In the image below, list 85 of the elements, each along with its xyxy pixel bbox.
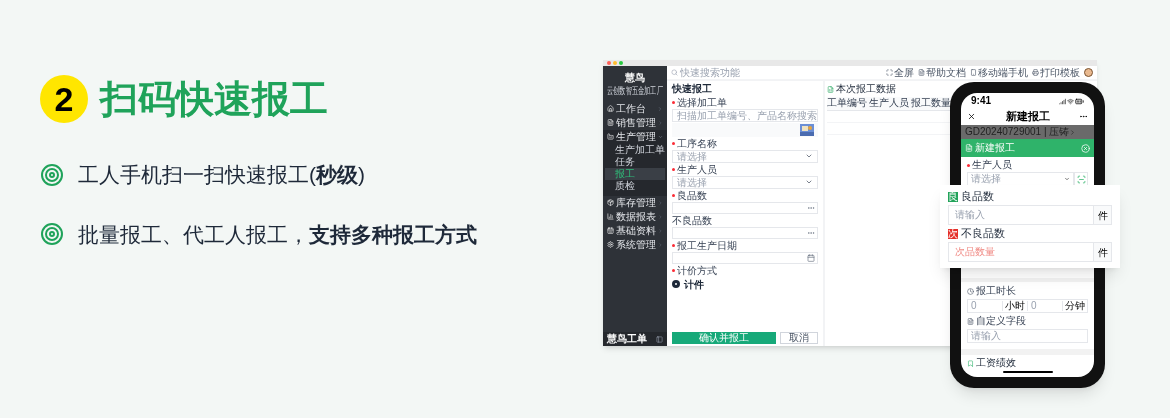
bullet-text: 工人手机扫一扫快速报工(秒级) xyxy=(78,162,365,188)
field-badge: 良 xyxy=(948,191,958,202)
nav-icon xyxy=(607,213,614,220)
nav-subitem[interactable]: 生产加工单 xyxy=(605,143,665,156)
order-text: GD20240729001 | 压铸 xyxy=(965,127,1070,137)
caret-icon xyxy=(805,178,813,186)
nav-icon xyxy=(607,199,614,206)
column-header: 生产人员 xyxy=(869,97,910,110)
hero-title: 扫码快速报工 xyxy=(100,80,328,118)
column-header: 工单编号 xyxy=(827,97,868,110)
avatar[interactable] xyxy=(1084,68,1093,77)
scan-button[interactable] xyxy=(1074,172,1088,186)
column-header: 报工数量 xyxy=(911,97,952,110)
phone-title: 新建报工 xyxy=(1005,110,1050,122)
nav-subitem[interactable]: 任务 xyxy=(605,155,665,168)
nav-item[interactable]: 工作台 xyxy=(603,101,667,116)
caret-icon xyxy=(1064,176,1070,182)
nav-item[interactable]: 销售管理 xyxy=(603,115,667,130)
target-icon xyxy=(40,162,64,187)
step-badge: 2 xyxy=(40,75,88,123)
search-icon xyxy=(671,69,678,76)
calendar-icon xyxy=(807,253,815,262)
wifi-icon xyxy=(1067,97,1074,105)
field-label: 计价方式 xyxy=(677,265,717,276)
nav-item[interactable]: 基础资料 xyxy=(603,223,667,238)
status-time: 9:41 xyxy=(971,96,991,106)
toolbar-button[interactable]: 帮助文档 xyxy=(918,67,966,78)
toolbar-button[interactable]: 全屏 xyxy=(886,67,914,78)
signal-icon xyxy=(1059,97,1066,105)
brand-name: 慧鸟 xyxy=(625,71,645,85)
chevron-icon xyxy=(1069,128,1077,136)
collapse-icon[interactable] xyxy=(656,335,663,343)
form-icon xyxy=(965,144,973,152)
nav-icon xyxy=(607,105,614,112)
nav-item[interactable]: 库存管理 xyxy=(603,195,667,210)
nav-icon xyxy=(607,133,614,140)
nav-subitem[interactable]: 质检 xyxy=(605,179,665,192)
field-label: 自定义字段 xyxy=(976,316,1026,326)
field-label: 不良品数 xyxy=(672,215,712,226)
nav-icon xyxy=(607,227,614,234)
scan-icon xyxy=(1076,174,1086,184)
home-indicator xyxy=(1002,371,1053,373)
target-icon xyxy=(40,222,64,247)
toolbar-button[interactable]: 移动端手机 xyxy=(970,67,1028,78)
field-label: 良品数 xyxy=(961,191,994,202)
radio-button[interactable] xyxy=(672,280,680,288)
bookmark-icon xyxy=(967,359,974,367)
table-title: 本次报工数据 xyxy=(836,84,896,94)
sheet-title: 新建报工 xyxy=(975,143,1015,153)
cancel-button[interactable]: 取消 xyxy=(780,332,818,344)
nav-icon xyxy=(607,119,614,126)
company-name: 云创数智五金加工厂 xyxy=(607,85,663,98)
clock-icon xyxy=(967,287,974,295)
field-label: 不良品数 xyxy=(961,228,1005,239)
nav-icon xyxy=(607,241,614,248)
toolbar-icon xyxy=(918,69,925,76)
section-title: 工资绩效 xyxy=(976,358,1016,368)
field-label: 良品数 xyxy=(677,190,707,201)
sheet-icon xyxy=(827,85,834,93)
battery-icon xyxy=(1075,96,1084,106)
caret-icon xyxy=(805,152,813,160)
nav-subitem[interactable]: 报工 xyxy=(605,167,665,180)
toolbar-button[interactable]: 打印模板 xyxy=(1032,67,1080,78)
toolbar-icon xyxy=(1032,69,1039,76)
nav-item[interactable]: 生产管理 xyxy=(603,129,667,144)
date-field[interactable] xyxy=(672,251,818,264)
field-label: 工序名称 xyxy=(677,138,717,149)
nav-item[interactable]: 数据报表 xyxy=(603,209,667,224)
number-field[interactable] xyxy=(672,201,818,214)
field-badge: 次 xyxy=(948,228,958,239)
field-icon xyxy=(967,317,974,325)
field-label: 报工时长 xyxy=(976,286,1016,296)
field-label: 报工生产日期 xyxy=(677,240,737,251)
bullet-text: 批量报工、代工人报工，支持多种报工方式 xyxy=(78,221,477,248)
form-title: 快速报工 xyxy=(672,82,713,96)
number-field[interactable] xyxy=(672,226,818,239)
footer-brand: 慧鸟工单 xyxy=(607,334,647,344)
field-label: 生产人员 xyxy=(972,160,1012,170)
nav-item[interactable]: 系统管理 xyxy=(603,237,667,252)
toolbar-icon xyxy=(886,69,893,76)
toolbar-icon xyxy=(970,69,977,76)
radio-label: 计件 xyxy=(684,277,704,292)
close-icon[interactable] xyxy=(967,111,976,121)
field-label: 选择加工单 xyxy=(677,97,727,108)
field-label: 生产人员 xyxy=(677,164,717,175)
